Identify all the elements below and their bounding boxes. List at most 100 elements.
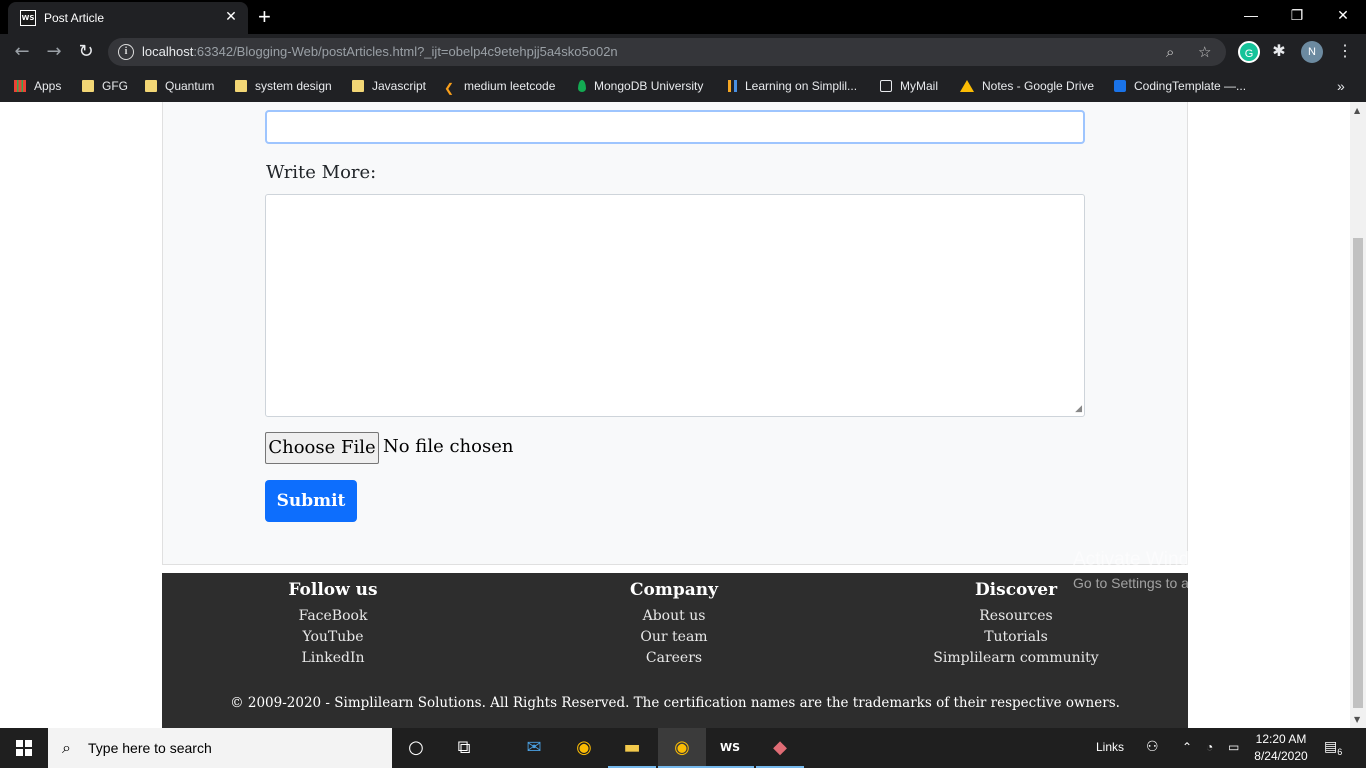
search-placeholder: Type here to search [88, 740, 212, 756]
mongodb-leaf-icon [578, 80, 586, 92]
watermark-subtitle: Go to Settings to activate Windows. [1073, 575, 1294, 591]
zoom-search-icon[interactable]: ⌕ [1166, 43, 1174, 61]
links-toolbar-label[interactable]: Links [1096, 740, 1124, 754]
cortana-circle-icon[interactable]: ○ [392, 728, 440, 768]
file-explorer-icon[interactable]: ▬ [608, 728, 656, 768]
forward-arrow-icon[interactable]: → [42, 40, 66, 64]
bookmark-notes-google-drive[interactable]: Notes - Google Drive [960, 77, 1094, 95]
footer-link-linkedin[interactable]: LinkedIn [213, 648, 453, 669]
write-more-textarea[interactable]: ◢ [265, 194, 1085, 417]
tab-close-icon[interactable]: ✕ [222, 8, 240, 26]
apps-grid-icon [14, 80, 26, 92]
post-article-form-card: Write More: ◢ Choose File No file chosen… [162, 102, 1188, 565]
gitkraken-app-icon[interactable]: ◆ [756, 728, 804, 768]
taskbar-clock[interactable]: 12:20 AM 8/24/2020 [1248, 731, 1314, 765]
bookmark-learning-simplilearn[interactable]: Learning on Simplil... [728, 77, 857, 95]
bookmarks-bar: Apps GFG Quantum system design Javascrip… [0, 70, 1366, 102]
page-viewport: Write More: ◢ Choose File No file chosen… [0, 102, 1350, 728]
choose-file-button[interactable]: Choose File [265, 432, 379, 464]
scroll-up-arrow-icon[interactable]: ▲ [1354, 106, 1360, 115]
footer-link-about-us[interactable]: About us [554, 606, 794, 627]
webstorm-app-icon[interactable]: WS [706, 728, 754, 768]
chrome-app-icon[interactable]: ◉ [560, 728, 608, 768]
scroll-down-arrow-icon[interactable]: ▼ [1354, 715, 1360, 724]
close-window-icon[interactable]: ✕ [1320, 0, 1366, 30]
tray-chevron-up-icon[interactable]: ⌃ [1182, 740, 1192, 754]
people-icon[interactable]: ⚇ [1146, 738, 1159, 755]
footer-link-resources[interactable]: Resources [896, 606, 1136, 627]
watermark-title: Activate Windows [1073, 549, 1223, 570]
footer-link-simplilearn-community[interactable]: Simplilearn community [896, 648, 1136, 669]
tab-title: Post Article [44, 11, 105, 25]
grammarly-extension-icon[interactable]: G [1238, 41, 1260, 63]
footer-link-tutorials[interactable]: Tutorials [896, 627, 1136, 648]
scrollbar-thumb[interactable] [1353, 238, 1363, 708]
address-bar[interactable]: i localhost:63342/Blogging-Web/postArtic… [108, 38, 1226, 66]
mail-app-icon[interactable]: ✉ [510, 728, 558, 768]
leetcode-icon: ❮ [444, 81, 455, 95]
battery-icon[interactable]: ▭ [1228, 740, 1239, 754]
bookmark-mymail[interactable]: MyMail [880, 77, 938, 95]
footer-link-facebook[interactable]: FaceBook [213, 606, 453, 627]
folder-icon [235, 80, 247, 92]
bookmark-quantum[interactable]: Quantum [145, 77, 214, 95]
mail-icon [880, 80, 892, 92]
webstorm-favicon-icon: WS [20, 10, 36, 26]
browser-title-bar: WS Post Article ✕ + — ❐ ✕ [0, 0, 1366, 34]
bookmark-javascript[interactable]: Javascript [352, 77, 426, 95]
restore-icon[interactable]: ❐ [1274, 0, 1320, 30]
file-status-text: No file chosen [383, 436, 514, 457]
browser-toolbar: ← → ↻ i localhost:63342/Blogging-Web/pos… [0, 34, 1366, 70]
more-bookmarks-chevron-icon[interactable]: » [1337, 77, 1345, 95]
taskbar-search-box[interactable]: ⌕ Type here to search [48, 728, 392, 768]
url-text[interactable]: localhost:63342/Blogging-Web/postArticle… [142, 44, 618, 59]
footer-link-youtube[interactable]: YouTube [213, 627, 453, 648]
footer-link-careers[interactable]: Careers [554, 648, 794, 669]
windows-logo-icon [16, 740, 32, 756]
footer-copyright: © 2009-2020 - Simplilearn Solutions. All… [230, 695, 1120, 711]
bookmark-gfg[interactable]: GFG [82, 77, 128, 95]
footer-col-company: Company About us Our team Careers [554, 580, 794, 669]
browser-menu-icon[interactable]: ⋮ [1334, 41, 1356, 63]
site-info-icon[interactable]: i [118, 44, 134, 60]
minimize-icon[interactable]: — [1228, 0, 1274, 30]
notification-center-icon[interactable]: ▤6 [1324, 738, 1342, 757]
notification-count: 6 [1337, 746, 1343, 757]
windows-taskbar: ⌕ Type here to search ○ ⧉ ✉ ◉ ▬ ◉ WS ◆ L… [0, 728, 1366, 768]
bookmark-system-design[interactable]: system design [235, 77, 332, 95]
browser-tab-active[interactable]: WS Post Article ✕ [8, 2, 248, 34]
bookmark-apps[interactable]: Apps [14, 77, 61, 95]
bookmark-codingtemplate[interactable]: CodingTemplate —... [1114, 77, 1246, 95]
bookmark-mongodb-university[interactable]: MongoDB University [578, 77, 703, 95]
clock-time: 12:20 AM [1255, 732, 1307, 746]
task-view-icon[interactable]: ⧉ [440, 728, 488, 768]
write-more-label: Write More: [266, 162, 377, 183]
submit-button[interactable]: Submit [265, 480, 357, 522]
activate-windows-watermark: Activate Windows Go to Settings to activ… [1073, 549, 1294, 591]
resize-grip-icon[interactable]: ◢ [1075, 404, 1082, 414]
bookmark-medium-leetcode[interactable]: ❮ medium leetcode [444, 77, 555, 95]
search-icon: ⌕ [62, 738, 71, 757]
footer-link-our-team[interactable]: Our team [554, 627, 794, 648]
article-title-input[interactable] [265, 110, 1085, 144]
back-arrow-icon[interactable]: ← [10, 40, 34, 64]
network-icon[interactable]: ◔ [1206, 740, 1213, 754]
profile-avatar[interactable]: N [1301, 41, 1323, 63]
bookmark-star-icon[interactable]: ☆ [1198, 43, 1211, 61]
folder-icon [82, 80, 94, 92]
start-button[interactable] [0, 728, 48, 768]
bookmark-icon [1114, 80, 1126, 92]
site-footer: Follow us FaceBook YouTube LinkedIn Comp… [162, 573, 1188, 728]
reload-icon[interactable]: ↻ [74, 40, 98, 64]
footer-heading: Company [630, 580, 718, 600]
footer-heading: Follow us [288, 580, 378, 600]
page-scrollbar[interactable]: ▲ ▼ [1350, 102, 1366, 728]
footer-col-follow-us: Follow us FaceBook YouTube LinkedIn [213, 580, 453, 669]
new-tab-button[interactable]: + [258, 4, 271, 30]
extensions-puzzle-icon[interactable]: ✱ [1268, 41, 1290, 63]
folder-icon [352, 80, 364, 92]
footer-col-discover: Discover Resources Tutorials Simplilearn… [896, 580, 1136, 669]
google-drive-icon [960, 80, 974, 92]
simplilearn-icon [728, 80, 737, 92]
chrome-active-window-icon[interactable]: ◉ [658, 728, 706, 768]
